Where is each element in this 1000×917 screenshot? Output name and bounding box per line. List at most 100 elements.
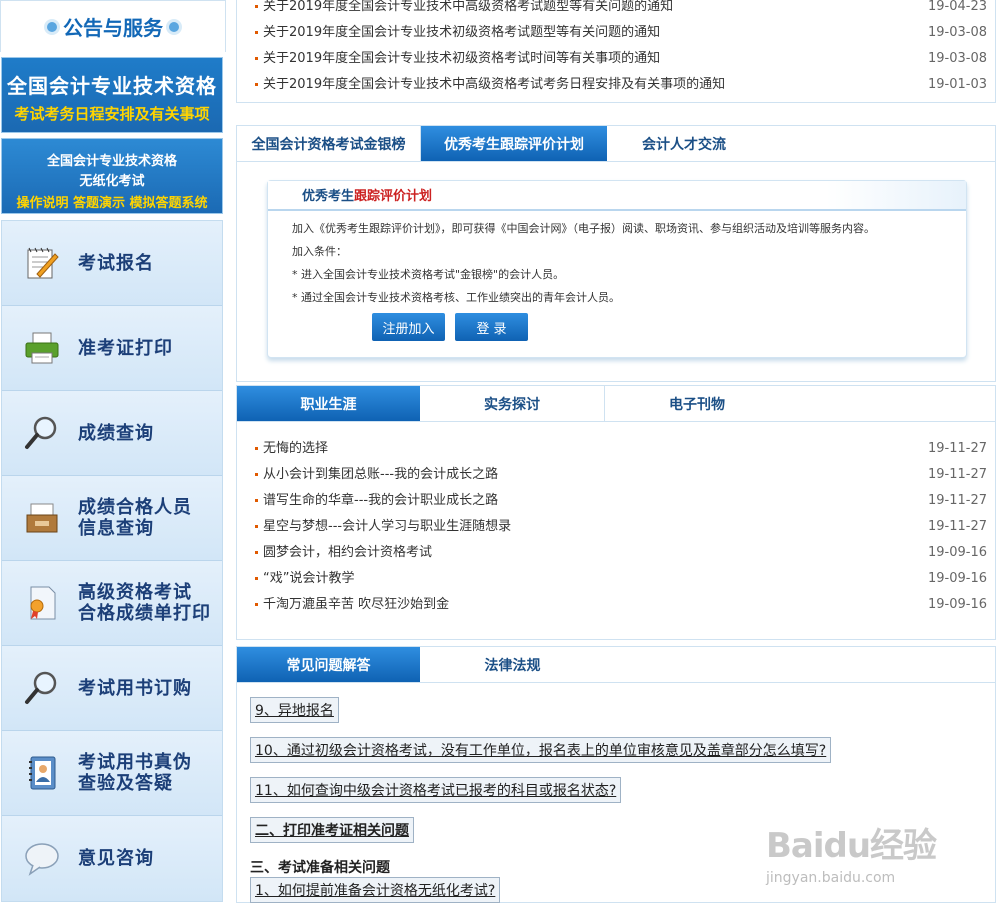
magnifier-icon bbox=[22, 668, 62, 708]
register-button[interactable]: 注册加入 bbox=[372, 313, 445, 341]
contact-book-icon bbox=[22, 753, 62, 793]
notice-title[interactable]: 关于2019年度全国会计专业技术中高级资格考试题型等有关问题的通知 bbox=[263, 0, 673, 14]
plan-title-a: 优秀考生 bbox=[302, 189, 355, 204]
menu-item-label: 考试用书真伪 查验及答疑 bbox=[78, 752, 192, 794]
faq-question[interactable]: 1、如何提前准备会计资格无纸化考试? bbox=[250, 877, 501, 903]
faq-question[interactable]: 10、通过初级会计资格考试，没有工作单位，报名表上的单位审核意见及盖章部分怎么填… bbox=[250, 737, 832, 763]
list-item[interactable]: 圆梦会计，相约会计资格考试 19-09-16 bbox=[237, 540, 995, 566]
career-article-list: 无悔的选择 19-11-27 从小会计到集团总账---我的会计成长之路 19-11-… bbox=[237, 436, 995, 618]
plan-card-area: 优秀考生跟踪评价计划 加入《优秀考生跟踪评价计划》，即可获得《中国会计网》（电子… bbox=[267, 180, 977, 358]
plan-card-body: 加入《优秀考生跟踪评价计划》，即可获得《中国会计网》（电子报）阅读、职场资讯、参… bbox=[268, 211, 966, 309]
article-title[interactable]: 谱写生命的华章---我的会计职业成长之路 bbox=[263, 493, 498, 508]
sidebar-title: 公告与服务 bbox=[63, 16, 163, 40]
banner-line: 操作说明 答题演示 模拟答题系统 bbox=[16, 196, 208, 211]
article-title[interactable]: 圆梦会计，相约会计资格考试 bbox=[263, 545, 432, 560]
notice-title[interactable]: 关于2019年度全国会计专业技术初级资格考试题型等有关问题的通知 bbox=[263, 25, 660, 40]
menu-item-senior-score-print[interactable]: 高级资格考试 合格成绩单打印 bbox=[2, 561, 222, 646]
menu-item-label: 考试用书订购 bbox=[78, 677, 192, 699]
menu-item-label: 高级资格考试 合格成绩单打印 bbox=[78, 582, 211, 624]
menu-item-book-authenticity[interactable]: 考试用书真伪 查验及答疑 bbox=[2, 731, 222, 816]
banner-line: 考试考务日程安排及有关事项 bbox=[14, 105, 210, 123]
menu-item-label: 准考证打印 bbox=[78, 337, 173, 359]
list-item[interactable]: “戏”说会计教学 19-09-16 bbox=[237, 566, 995, 592]
notice-list-panel: 关于2019年度全国会计专业技术中高级资格考试题型等有关问题的通知 19-04-2… bbox=[236, 0, 996, 103]
article-date: 19-09-16 bbox=[927, 545, 987, 560]
faq-question[interactable]: 11、如何查询中级会计资格考试已报考的科目或报名状态? bbox=[250, 777, 622, 803]
certificate-icon bbox=[22, 583, 62, 623]
bullet-dot-icon bbox=[47, 21, 57, 32]
plan-condition-1: * 进入全国会计专业技术资格考试"金银榜"的会计人员。 bbox=[292, 268, 565, 281]
article-date: 19-09-16 bbox=[927, 571, 987, 586]
menu-item-label: 成绩查询 bbox=[78, 422, 154, 444]
menu-item-label: 成绩合格人员 信息查询 bbox=[78, 497, 192, 539]
plan-tabs: 全国会计资格考试金银榜 优秀考生跟踪评价计划 会计人才交流 bbox=[237, 126, 995, 162]
menu-item-feedback[interactable]: 意见咨询 bbox=[2, 816, 222, 901]
menu-item-score-query[interactable]: 成绩查询 bbox=[2, 391, 222, 476]
notice-date: 19-03-08 bbox=[927, 25, 987, 40]
article-title[interactable]: 千淘万漉虽辛苦 吹尽狂沙始到金 bbox=[263, 597, 449, 612]
paperless-exam-banner[interactable]: 全国会计专业技术资格 无纸化考试 操作说明 答题演示 模拟答题系统 bbox=[1, 138, 223, 214]
watermark-brand: Baidu经验 bbox=[766, 826, 937, 866]
list-item[interactable]: 关于2019年度全国会计专业技术初级资格考试时间等有关事项的通知 19-03-08 bbox=[237, 46, 995, 72]
article-date: 19-11-27 bbox=[927, 467, 987, 482]
article-date: 19-09-16 bbox=[927, 597, 987, 612]
menu-item-exam-registration[interactable]: 考试报名 bbox=[2, 221, 222, 306]
plan-condition-2: * 通过全国会计专业技术资格考核、工作业绩突出的青年会计人员。 bbox=[292, 291, 620, 304]
notice-title[interactable]: 关于2019年度全国会计专业技术初级资格考试时间等有关事项的通知 bbox=[263, 51, 660, 66]
article-date: 19-11-27 bbox=[927, 519, 987, 534]
tab-career[interactable]: 职业生涯 bbox=[237, 386, 420, 421]
tab-talent-exchange[interactable]: 会计人才交流 bbox=[607, 126, 761, 161]
tab-laws[interactable]: 法律法规 bbox=[420, 647, 605, 682]
tab-e-journal[interactable]: 电子刊物 bbox=[605, 386, 789, 421]
menu-item-book-order[interactable]: 考试用书订购 bbox=[2, 646, 222, 731]
notice-date: 19-03-08 bbox=[927, 51, 987, 66]
list-item[interactable]: 无悔的选择 19-11-27 bbox=[237, 436, 995, 462]
bullet-dot-icon bbox=[169, 21, 179, 32]
tab-faq[interactable]: 常见问题解答 bbox=[237, 647, 420, 682]
banner-line: 无纸化考试 bbox=[79, 174, 145, 189]
exam-schedule-banner[interactable]: 全国会计专业技术资格 考试考务日程安排及有关事项 bbox=[1, 57, 223, 133]
tab-tracking-plan[interactable]: 优秀考生跟踪评价计划 bbox=[421, 126, 607, 161]
menu-item-label: 考试报名 bbox=[78, 252, 154, 274]
menu-item-qualified-info-query[interactable]: 成绩合格人员 信息查询 bbox=[2, 476, 222, 561]
printer-icon bbox=[22, 328, 62, 368]
list-item[interactable]: 关于2019年度全国会计专业技术初级资格考试题型等有关问题的通知 19-03-08 bbox=[237, 20, 995, 46]
list-item[interactable]: 关于2019年度全国会计专业技术中高级资格考试考务日程安排及有关事项的通知 19-… bbox=[237, 72, 995, 98]
list-item[interactable]: 谱写生命的华章---我的会计职业成长之路 19-11-27 bbox=[237, 488, 995, 514]
list-item[interactable]: 千淘万漉虽辛苦 吹尽狂沙始到金 19-09-16 bbox=[237, 592, 995, 618]
notice-list: 关于2019年度全国会计专业技术中高级资格考试题型等有关问题的通知 19-04-2… bbox=[237, 0, 995, 98]
tab-gold-silver-list[interactable]: 全国会计资格考试金银榜 bbox=[237, 126, 421, 161]
watermark-url: jingyan.baidu.com bbox=[766, 870, 896, 886]
notice-date: 19-01-03 bbox=[927, 77, 987, 92]
baidu-watermark: Baidu经验 jingyan.baidu.com bbox=[766, 818, 986, 898]
career-panel: 职业生涯 实务探讨 电子刊物 无悔的选择 19-11-27 从小会计到集团总账--… bbox=[236, 385, 996, 640]
list-item[interactable]: 星空与梦想---会计人学习与职业生涯随想录 19-11-27 bbox=[237, 514, 995, 540]
article-title[interactable]: 星空与梦想---会计人学习与职业生涯随想录 bbox=[263, 519, 511, 534]
notice-date: 19-04-23 bbox=[927, 0, 987, 14]
plan-buttons: 注册加入 登 录 bbox=[372, 313, 966, 341]
faq-section-link[interactable]: 二、打印准考证相关问题 bbox=[250, 817, 414, 843]
magnifier-icon bbox=[22, 413, 62, 453]
plan-title-b: 跟踪评价计划 bbox=[354, 189, 433, 204]
article-title[interactable]: “戏”说会计教学 bbox=[263, 571, 354, 586]
plan-panel: 全国会计资格考试金银榜 优秀考生跟踪评价计划 会计人才交流 优秀考生跟踪评价计划… bbox=[236, 125, 996, 382]
career-tabs: 职业生涯 实务探讨 电子刊物 bbox=[237, 386, 995, 422]
list-item[interactable]: 关于2019年度全国会计专业技术中高级资格考试题型等有关问题的通知 19-04-2… bbox=[237, 0, 995, 20]
list-item[interactable]: 从小会计到集团总账---我的会计成长之路 19-11-27 bbox=[237, 462, 995, 488]
tab-practice[interactable]: 实务探讨 bbox=[420, 386, 605, 421]
article-date: 19-11-27 bbox=[927, 493, 987, 508]
menu-item-admission-print[interactable]: 准考证打印 bbox=[2, 306, 222, 391]
sidebar-header: 公告与服务 bbox=[0, 0, 226, 52]
plan-conditions-label: 加入条件： bbox=[292, 245, 347, 258]
plan-card-title: 优秀考生跟踪评价计划 bbox=[268, 181, 966, 211]
faq-tabs: 常见问题解答 法律法规 bbox=[237, 647, 995, 683]
sidebar: 公告与服务 全国会计专业技术资格 考试考务日程安排及有关事项 全国会计专业技术资… bbox=[0, 0, 226, 917]
notice-title[interactable]: 关于2019年度全国会计专业技术中高级资格考试考务日程安排及有关事项的通知 bbox=[263, 77, 725, 92]
plan-card: 优秀考生跟踪评价计划 加入《优秀考生跟踪评价计划》，即可获得《中国会计网》（电子… bbox=[267, 180, 967, 358]
article-title[interactable]: 无悔的选择 bbox=[263, 441, 328, 456]
faq-question[interactable]: 9、异地报名 bbox=[250, 697, 339, 723]
menu-item-label: 意见咨询 bbox=[78, 848, 154, 869]
login-button[interactable]: 登 录 bbox=[455, 313, 528, 341]
article-title[interactable]: 从小会计到集团总账---我的会计成长之路 bbox=[263, 467, 498, 482]
banner-line: 全国会计专业技术资格 bbox=[46, 154, 177, 169]
